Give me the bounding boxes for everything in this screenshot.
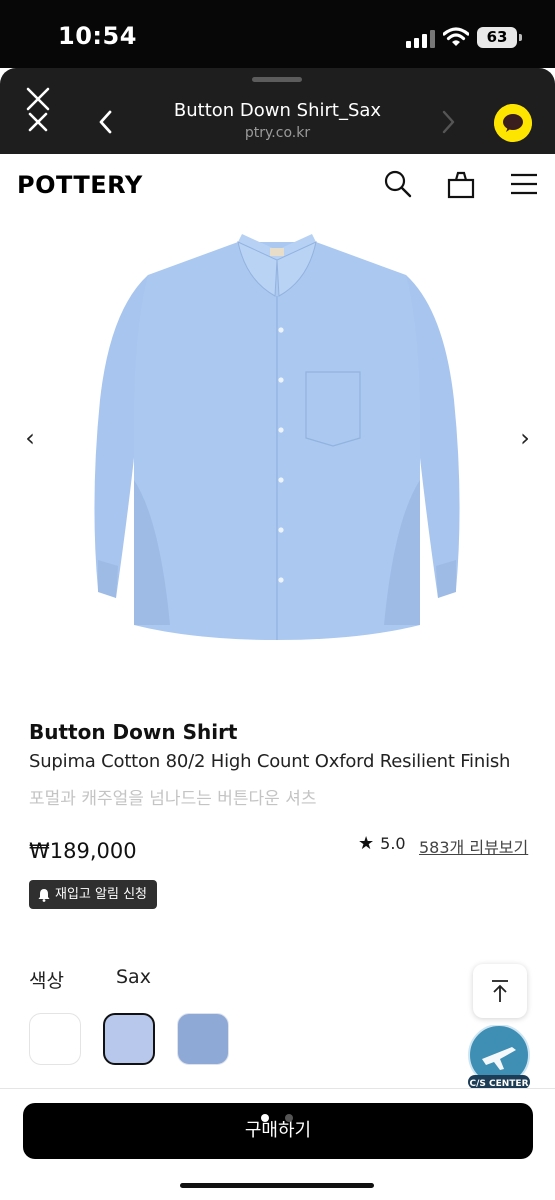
page-url: ptry.co.kr	[244, 125, 311, 141]
product-rating: ★ 5.0	[358, 833, 406, 854]
product-image	[94, 234, 460, 640]
page-indicator	[261, 1114, 293, 1122]
gallery-next-button[interactable]: ›	[515, 423, 535, 453]
buy-button[interactable]: 구매하기	[23, 1103, 533, 1159]
color-option-label: 색상	[29, 970, 64, 992]
product-name: Button Down Shirt	[29, 720, 238, 744]
search-icon[interactable]	[382, 168, 414, 200]
restock-label: 재입고 알림 신청	[55, 887, 147, 902]
forward-icon[interactable]	[436, 108, 460, 136]
battery-indicator: 63	[477, 27, 522, 48]
wifi-icon	[443, 27, 469, 46]
status-time: 10:54	[58, 22, 137, 50]
site-header: POTTERY	[0, 154, 555, 216]
sheet-grabber[interactable]	[252, 77, 302, 82]
arrow-up-icon	[492, 980, 508, 1002]
kakaotalk-icon[interactable]	[494, 104, 532, 142]
swatch-sax[interactable]	[103, 1013, 155, 1065]
bell-icon	[38, 888, 50, 902]
swatch-white[interactable]	[29, 1013, 81, 1065]
home-indicator	[180, 1183, 374, 1188]
scroll-top-button[interactable]	[473, 964, 527, 1018]
close-icon[interactable]	[22, 84, 54, 134]
restock-alert-button[interactable]: 재입고 알림 신청	[29, 880, 157, 909]
color-selected-value: Sax	[116, 966, 151, 988]
cs-center-button[interactable]: C/S CENTER	[464, 1025, 534, 1093]
status-bar: 10:54 63	[0, 0, 555, 68]
swatch-blue[interactable]	[177, 1013, 229, 1065]
back-icon[interactable]	[94, 108, 118, 136]
product-description: Supima Cotton 80/2 High Count Oxford Res…	[29, 751, 511, 772]
reviews-link[interactable]: 583개 리뷰보기	[419, 834, 528, 858]
gallery-prev-button[interactable]: ‹	[20, 423, 40, 453]
product-subtitle: 포멀과 캐주얼을 넘나드는 버튼다운 셔츠	[29, 789, 317, 809]
star-icon: ★	[358, 833, 375, 854]
page-title: Button Down Shirt_Sax	[173, 100, 382, 121]
rating-value: 5.0	[380, 834, 406, 853]
browser-header: Button Down Shirt_Sax ptry.co.kr	[0, 68, 555, 154]
site-logo[interactable]: POTTERY	[17, 171, 143, 199]
signal-icon	[406, 30, 436, 48]
bag-icon[interactable]	[445, 168, 477, 200]
product-price: ₩189,000	[29, 839, 137, 863]
menu-icon[interactable]	[508, 168, 540, 200]
